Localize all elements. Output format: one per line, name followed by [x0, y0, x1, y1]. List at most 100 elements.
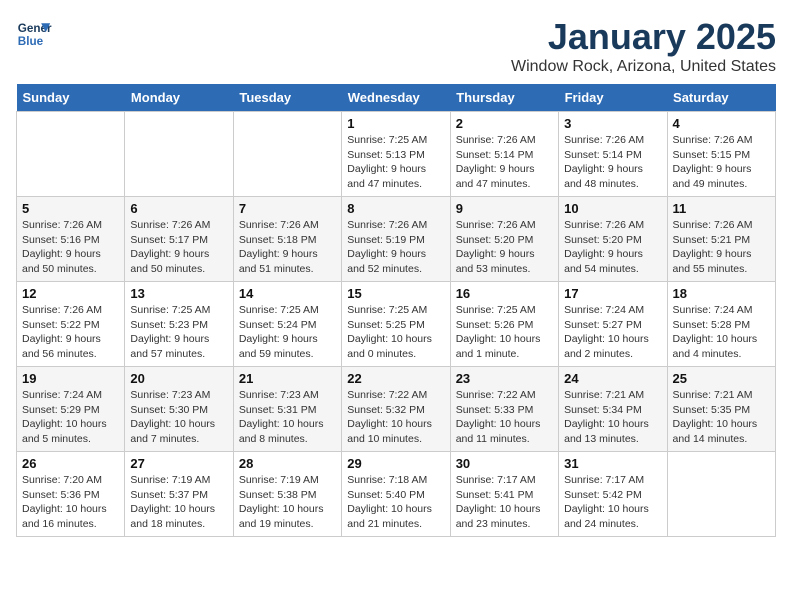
- calendar-cell: 23 Sunrise: 7:22 AMSunset: 5:33 PMDayligh…: [450, 367, 558, 452]
- date-number: 2: [456, 116, 553, 131]
- cell-details: Sunrise: 7:26 AMSunset: 5:14 PMDaylight:…: [564, 133, 661, 192]
- calendar-subtitle: Window Rock, Arizona, United States: [511, 58, 776, 76]
- col-monday: Monday: [125, 84, 233, 112]
- logo-icon: General Blue: [16, 16, 52, 52]
- calendar-cell: 22 Sunrise: 7:22 AMSunset: 5:32 PMDayligh…: [342, 367, 450, 452]
- week-row-1: 1Sunrise: 7:25 AMSunset: 5:13 PMDaylight…: [17, 112, 776, 197]
- calendar-cell: [667, 452, 775, 537]
- calendar-cell: 31Sunrise: 7:17 AMSunset: 5:42 PMDayligh…: [559, 452, 667, 537]
- date-number: 23: [456, 371, 553, 386]
- calendar-cell: 25 Sunrise: 7:21 AMSunset: 5:35 PMDayligh…: [667, 367, 775, 452]
- cell-details: Sunrise: 7:26 AMSunset: 5:20 PMDaylight:…: [456, 218, 553, 277]
- calendar-cell: 15 Sunrise: 7:25 AMSunset: 5:25 PMDayligh…: [342, 282, 450, 367]
- calendar-cell: 4 Sunrise: 7:26 AMSunset: 5:15 PMDaylight…: [667, 112, 775, 197]
- calendar-cell: 8 Sunrise: 7:26 AMSunset: 5:19 PMDaylight…: [342, 197, 450, 282]
- cell-details: Sunrise: 7:24 AMSunset: 5:27 PMDaylight:…: [564, 303, 661, 362]
- date-number: 25: [673, 371, 770, 386]
- cell-details: Sunrise: 7:17 AMSunset: 5:41 PMDaylight:…: [456, 473, 553, 532]
- week-row-2: 5 Sunrise: 7:26 AMSunset: 5:16 PMDaylight…: [17, 197, 776, 282]
- date-number: 11: [673, 201, 770, 216]
- calendar-cell: 21Sunrise: 7:23 AMSunset: 5:31 PMDayligh…: [233, 367, 341, 452]
- date-number: 4: [673, 116, 770, 131]
- cell-details: Sunrise: 7:21 AMSunset: 5:35 PMDaylight:…: [673, 388, 770, 447]
- cell-details: Sunrise: 7:26 AMSunset: 5:16 PMDaylight:…: [22, 218, 119, 277]
- cell-details: Sunrise: 7:26 AMSunset: 5:20 PMDaylight:…: [564, 218, 661, 277]
- date-number: 20: [130, 371, 227, 386]
- date-number: 19: [22, 371, 119, 386]
- cell-details: Sunrise: 7:26 AMSunset: 5:19 PMDaylight:…: [347, 218, 444, 277]
- calendar-cell: 1Sunrise: 7:25 AMSunset: 5:13 PMDaylight…: [342, 112, 450, 197]
- col-thursday: Thursday: [450, 84, 558, 112]
- cell-details: Sunrise: 7:26 AMSunset: 5:17 PMDaylight:…: [130, 218, 227, 277]
- date-number: 10: [564, 201, 661, 216]
- calendar-table: Sunday Monday Tuesday Wednesday Thursday…: [16, 84, 776, 537]
- calendar-cell: 29Sunrise: 7:18 AMSunset: 5:40 PMDayligh…: [342, 452, 450, 537]
- cell-details: Sunrise: 7:26 AMSunset: 5:18 PMDaylight:…: [239, 218, 336, 277]
- cell-details: Sunrise: 7:25 AMSunset: 5:23 PMDaylight:…: [130, 303, 227, 362]
- cell-details: Sunrise: 7:22 AMSunset: 5:33 PMDaylight:…: [456, 388, 553, 447]
- week-row-4: 19 Sunrise: 7:24 AMSunset: 5:29 PMDayligh…: [17, 367, 776, 452]
- cell-details: Sunrise: 7:19 AMSunset: 5:38 PMDaylight:…: [239, 473, 336, 532]
- cell-details: Sunrise: 7:23 AMSunset: 5:30 PMDaylight:…: [130, 388, 227, 447]
- calendar-cell: 11 Sunrise: 7:26 AMSunset: 5:21 PMDayligh…: [667, 197, 775, 282]
- calendar-cell: 18Sunrise: 7:24 AMSunset: 5:28 PMDayligh…: [667, 282, 775, 367]
- calendar-title: January 2025: [511, 16, 776, 58]
- calendar-cell: 14Sunrise: 7:25 AMSunset: 5:24 PMDayligh…: [233, 282, 341, 367]
- date-number: 16: [456, 286, 553, 301]
- date-number: 14: [239, 286, 336, 301]
- date-number: 17: [564, 286, 661, 301]
- date-number: 30: [456, 456, 553, 471]
- calendar-cell: 19 Sunrise: 7:24 AMSunset: 5:29 PMDayligh…: [17, 367, 125, 452]
- calendar-cell: 30 Sunrise: 7:17 AMSunset: 5:41 PMDayligh…: [450, 452, 558, 537]
- calendar-cell: 2 Sunrise: 7:26 AMSunset: 5:14 PMDaylight…: [450, 112, 558, 197]
- cell-details: Sunrise: 7:25 AMSunset: 5:13 PMDaylight:…: [347, 133, 444, 192]
- calendar-cell: [233, 112, 341, 197]
- logo: General Blue: [16, 16, 52, 52]
- calendar-cell: 28 Sunrise: 7:19 AMSunset: 5:38 PMDayligh…: [233, 452, 341, 537]
- header-row: Sunday Monday Tuesday Wednesday Thursday…: [17, 84, 776, 112]
- date-number: 27: [130, 456, 227, 471]
- cell-details: Sunrise: 7:26 AMSunset: 5:22 PMDaylight:…: [22, 303, 119, 362]
- cell-details: Sunrise: 7:25 AMSunset: 5:26 PMDaylight:…: [456, 303, 553, 362]
- date-number: 15: [347, 286, 444, 301]
- calendar-cell: 9 Sunrise: 7:26 AMSunset: 5:20 PMDaylight…: [450, 197, 558, 282]
- col-friday: Friday: [559, 84, 667, 112]
- cell-details: Sunrise: 7:22 AMSunset: 5:32 PMDaylight:…: [347, 388, 444, 447]
- cell-details: Sunrise: 7:18 AMSunset: 5:40 PMDaylight:…: [347, 473, 444, 532]
- date-number: 28: [239, 456, 336, 471]
- calendar-cell: 26 Sunrise: 7:20 AMSunset: 5:36 PMDayligh…: [17, 452, 125, 537]
- calendar-cell: [17, 112, 125, 197]
- col-wednesday: Wednesday: [342, 84, 450, 112]
- calendar-cell: 10 Sunrise: 7:26 AMSunset: 5:20 PMDayligh…: [559, 197, 667, 282]
- cell-details: Sunrise: 7:26 AMSunset: 5:21 PMDaylight:…: [673, 218, 770, 277]
- date-number: 5: [22, 201, 119, 216]
- calendar-cell: 17 Sunrise: 7:24 AMSunset: 5:27 PMDayligh…: [559, 282, 667, 367]
- date-number: 8: [347, 201, 444, 216]
- cell-details: Sunrise: 7:26 AMSunset: 5:14 PMDaylight:…: [456, 133, 553, 192]
- calendar-cell: 20 Sunrise: 7:23 AMSunset: 5:30 PMDayligh…: [125, 367, 233, 452]
- col-tuesday: Tuesday: [233, 84, 341, 112]
- calendar-cell: 27 Sunrise: 7:19 AMSunset: 5:37 PMDayligh…: [125, 452, 233, 537]
- date-number: 7: [239, 201, 336, 216]
- header: General Blue January 2025 Window Rock, A…: [16, 16, 776, 76]
- date-number: 6: [130, 201, 227, 216]
- svg-text:Blue: Blue: [18, 35, 44, 48]
- calendar-cell: 16 Sunrise: 7:25 AMSunset: 5:26 PMDayligh…: [450, 282, 558, 367]
- col-sunday: Sunday: [17, 84, 125, 112]
- calendar-cell: [125, 112, 233, 197]
- date-number: 26: [22, 456, 119, 471]
- cell-details: Sunrise: 7:21 AMSunset: 5:34 PMDaylight:…: [564, 388, 661, 447]
- cell-details: Sunrise: 7:20 AMSunset: 5:36 PMDaylight:…: [22, 473, 119, 532]
- calendar-cell: 24Sunrise: 7:21 AMSunset: 5:34 PMDayligh…: [559, 367, 667, 452]
- cell-details: Sunrise: 7:19 AMSunset: 5:37 PMDaylight:…: [130, 473, 227, 532]
- date-number: 9: [456, 201, 553, 216]
- cell-details: Sunrise: 7:24 AMSunset: 5:29 PMDaylight:…: [22, 388, 119, 447]
- date-number: 22: [347, 371, 444, 386]
- date-number: 13: [130, 286, 227, 301]
- calendar-cell: 7 Sunrise: 7:26 AMSunset: 5:18 PMDaylight…: [233, 197, 341, 282]
- calendar-cell: 6 Sunrise: 7:26 AMSunset: 5:17 PMDaylight…: [125, 197, 233, 282]
- col-saturday: Saturday: [667, 84, 775, 112]
- date-number: 18: [673, 286, 770, 301]
- cell-details: Sunrise: 7:25 AMSunset: 5:25 PMDaylight:…: [347, 303, 444, 362]
- cell-details: Sunrise: 7:26 AMSunset: 5:15 PMDaylight:…: [673, 133, 770, 192]
